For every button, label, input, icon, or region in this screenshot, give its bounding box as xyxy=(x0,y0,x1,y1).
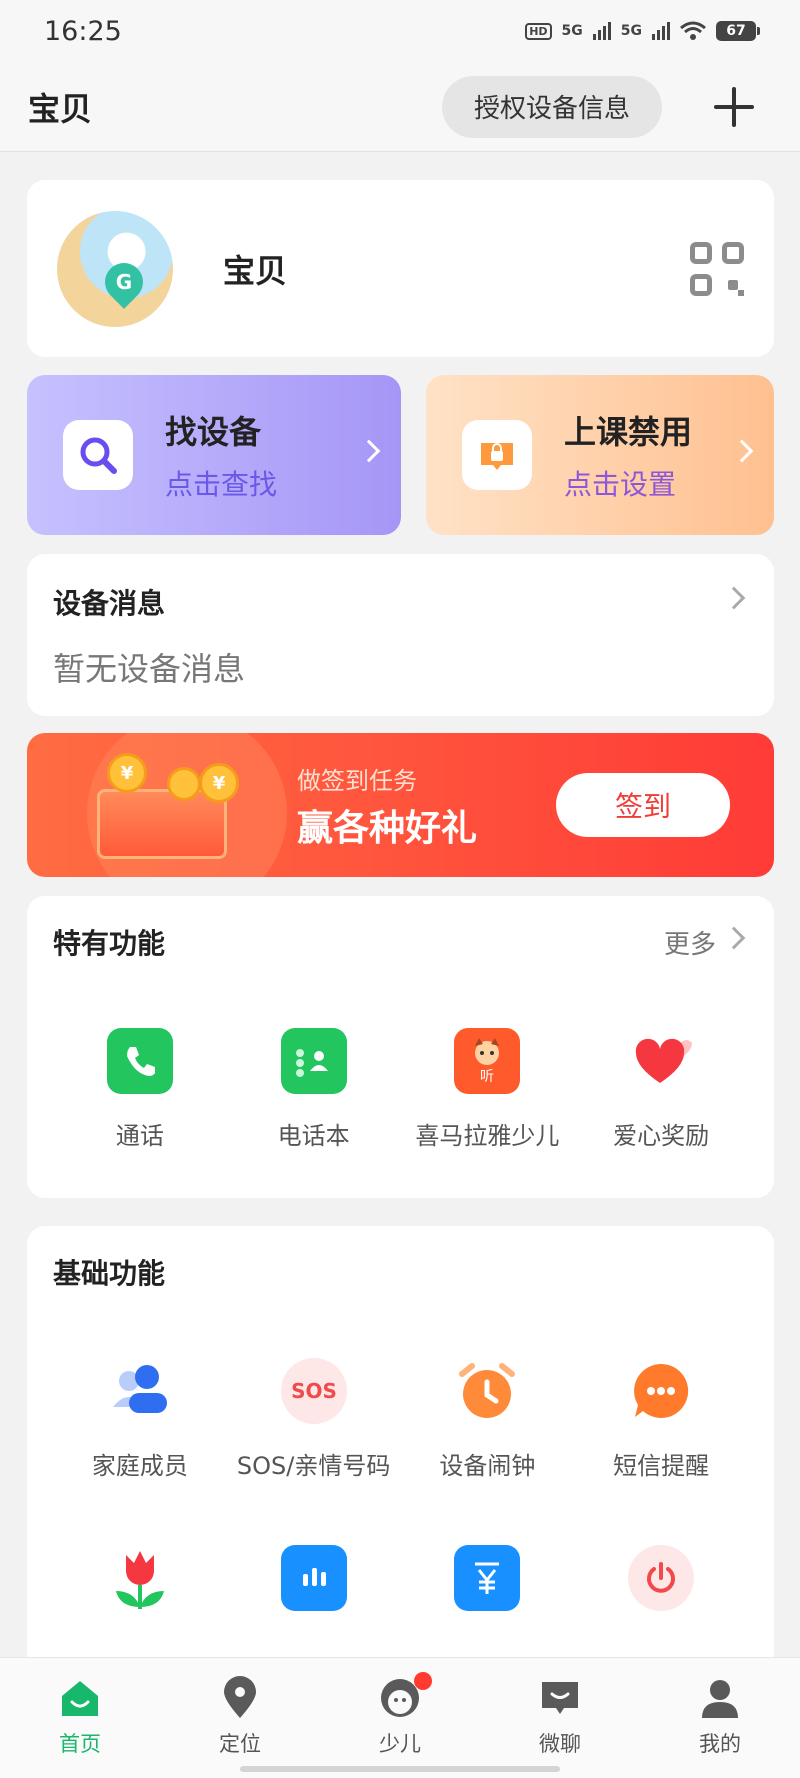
device-messages-title: 设备消息 xyxy=(53,587,166,620)
tab-label: 首页 xyxy=(59,1732,101,1756)
network-label-2: 5G xyxy=(620,23,642,39)
feature-label: 爱心奖励 xyxy=(613,1122,710,1150)
tab-kids[interactable]: 少儿 xyxy=(350,1672,450,1778)
feature-sos-numbers[interactable]: SOS SOS/亲情号码 xyxy=(227,1358,401,1481)
app-header: 宝贝 授权设备信息 xyxy=(0,62,800,152)
feature-payment[interactable] xyxy=(401,1545,575,1611)
search-icon xyxy=(63,420,133,490)
location-icon xyxy=(224,1676,256,1718)
feature-love-reward[interactable]: 爱心奖励 xyxy=(574,1028,748,1151)
home-indicator[interactable] xyxy=(240,1766,560,1772)
wifi-icon xyxy=(680,21,706,40)
feature-sms-reminder[interactable]: 短信提醒 xyxy=(574,1358,748,1481)
basic-features-title: 基础功能 xyxy=(53,1257,166,1290)
signal-icon xyxy=(652,22,670,40)
special-features-section: 特有功能 更多 通话 电话本 听 喜马拉雅少儿 爱心奖励 xyxy=(27,896,774,1198)
svg-text:SOS: SOS xyxy=(291,1379,337,1403)
find-device-title: 找设备 xyxy=(165,413,262,451)
tab-location[interactable]: 定位 xyxy=(190,1676,290,1778)
feature-label: 喜马拉雅少儿 xyxy=(415,1122,560,1150)
tab-label: 微聊 xyxy=(539,1732,581,1756)
feature-label: 短信提醒 xyxy=(613,1452,710,1480)
banner-title: 赢各种好礼 xyxy=(297,808,478,849)
chat-icon xyxy=(542,1682,578,1714)
signal-icon xyxy=(592,22,611,40)
feature-report[interactable] xyxy=(227,1545,401,1611)
ximalaya-icon: 听 xyxy=(454,1028,521,1094)
device-profile-card[interactable]: G 宝贝 xyxy=(27,180,774,357)
qr-code-icon[interactable] xyxy=(690,241,744,296)
sos-icon: SOS xyxy=(280,1358,347,1424)
network-label-1: 5G xyxy=(561,23,583,39)
chevron-right-icon xyxy=(357,439,381,463)
feature-contacts[interactable]: 电话本 xyxy=(227,1028,401,1151)
class-mode-title: 上课禁用 xyxy=(564,413,693,451)
avatar[interactable]: G xyxy=(57,210,173,327)
svg-text:听: 听 xyxy=(480,1069,494,1085)
sms-icon xyxy=(628,1358,694,1424)
coin-icon xyxy=(167,767,201,801)
feature-call[interactable]: 通话 xyxy=(53,1028,227,1151)
device-messages-card[interactable]: 设备消息 暂无设备消息 xyxy=(27,554,774,716)
tulip-icon xyxy=(107,1545,173,1611)
tab-label: 我的 xyxy=(699,1732,741,1756)
alarm-icon xyxy=(454,1358,520,1424)
bottom-tab-bar: 首页 定位 少儿 微聊 我的 xyxy=(0,1657,800,1778)
battery-icon: 67 xyxy=(716,21,760,41)
find-device-subtitle: 点击查找 xyxy=(165,468,278,501)
feature-label: 设备闹钟 xyxy=(439,1452,536,1480)
feature-family-members[interactable]: 家庭成员 xyxy=(53,1358,227,1481)
feature-label: 电话本 xyxy=(277,1122,350,1150)
notification-dot xyxy=(414,1672,432,1690)
battery-level: 67 xyxy=(726,23,746,39)
find-device-card[interactable]: 找设备 点击查找 xyxy=(27,375,401,535)
lock-icon xyxy=(462,420,532,490)
feature-device-alarm[interactable]: 设备闹钟 xyxy=(401,1358,575,1481)
feature-power[interactable] xyxy=(574,1545,748,1611)
chart-monitor-icon xyxy=(280,1545,347,1611)
coin-icon: ¥ xyxy=(107,753,147,793)
feature-label: 通话 xyxy=(115,1122,164,1150)
tab-chat[interactable]: 微聊 xyxy=(510,1676,610,1778)
signin-banner[interactable]: ¥ ¥ 做签到任务 赢各种好礼 签到 xyxy=(27,733,774,877)
status-bar: 16:25 HD 5G 5G 67 xyxy=(0,0,800,62)
status-time: 16:25 xyxy=(44,15,122,47)
signin-button[interactable]: 签到 xyxy=(556,773,730,837)
location-pin-icon: G xyxy=(97,254,151,309)
authorize-device-info-button[interactable]: 授权设备信息 xyxy=(441,75,662,138)
yuan-icon xyxy=(454,1545,521,1611)
phone-icon xyxy=(106,1028,173,1094)
status-icons: HD 5G 5G 67 xyxy=(525,21,760,41)
tab-profile[interactable]: 我的 xyxy=(670,1676,770,1778)
add-icon[interactable] xyxy=(710,83,758,131)
power-icon xyxy=(628,1545,695,1611)
heart-icon xyxy=(628,1028,694,1094)
profile-icon xyxy=(702,1680,738,1718)
coin-icon: ¥ xyxy=(199,763,239,803)
class-mode-subtitle: 点击设置 xyxy=(564,468,677,501)
chevron-right-icon[interactable] xyxy=(722,926,746,950)
tab-label: 少儿 xyxy=(379,1732,421,1756)
class-mode-card[interactable]: 上课禁用 点击设置 xyxy=(426,375,774,535)
contacts-icon xyxy=(280,1028,347,1094)
tab-label: 定位 xyxy=(219,1732,261,1756)
special-features-title: 特有功能 xyxy=(53,927,166,960)
tab-home[interactable]: 首页 xyxy=(30,1676,130,1778)
chevron-right-icon xyxy=(730,439,754,463)
family-icon xyxy=(107,1358,173,1424)
banner-subtitle: 做签到任务 xyxy=(297,767,417,795)
device-messages-empty: 暂无设备消息 xyxy=(53,650,246,688)
feature-ximalaya[interactable]: 听 喜马拉雅少儿 xyxy=(401,1028,575,1151)
more-link[interactable]: 更多 xyxy=(664,924,716,961)
feature-flower[interactable] xyxy=(53,1545,227,1611)
device-name: 宝贝 xyxy=(223,251,288,290)
feature-label: 家庭成员 xyxy=(91,1452,188,1480)
hd-icon: HD xyxy=(525,22,552,40)
home-icon xyxy=(62,1681,98,1716)
page-title: 宝贝 xyxy=(28,89,93,128)
feature-label: SOS/亲情号码 xyxy=(236,1452,391,1480)
